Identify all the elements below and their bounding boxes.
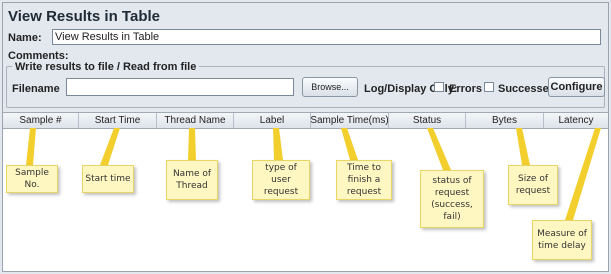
column-header-start-time[interactable]: Start Time (79, 113, 157, 128)
callout-start-time: Start time (82, 165, 134, 193)
name-field[interactable]: View Results in Table (52, 29, 601, 45)
errors-label: Errors (449, 83, 483, 95)
column-header-label[interactable]: Label (234, 113, 311, 128)
column-header-latency[interactable]: Latency (544, 113, 608, 128)
column-header-status[interactable]: Status (389, 113, 466, 128)
callout-sample-time: Time to finish a request (336, 160, 392, 200)
file-section-legend: Write results to file / Read from file (12, 61, 200, 73)
configure-button[interactable]: Configure (548, 77, 605, 97)
filename-label: Filename (12, 83, 60, 95)
filename-input[interactable] (66, 78, 294, 96)
browse-button[interactable]: Browse... (302, 77, 358, 97)
name-label: Name: (8, 32, 42, 44)
errors-checkbox[interactable] (434, 82, 444, 92)
callout-label: type of user request (252, 160, 310, 200)
column-header-thread-name[interactable]: Thread Name (157, 113, 234, 128)
callout-latency: Measure of time delay (532, 220, 592, 260)
callout-sample-number: Sample No. (6, 165, 58, 193)
column-header-sample-number[interactable]: Sample # (3, 113, 79, 128)
panel-title: View Results in Table (8, 8, 160, 25)
results-table-header: Sample # Start Time Thread Name Label Sa… (3, 112, 608, 129)
callout-bytes: Size of request (508, 165, 558, 205)
callout-status: status of request (success, fail) (420, 170, 484, 228)
successes-label: Successes (498, 83, 555, 95)
successes-checkbox[interactable] (484, 82, 494, 92)
column-header-bytes[interactable]: Bytes (466, 113, 544, 128)
callout-thread-name: Name of Thread (166, 160, 218, 200)
column-header-sample-time[interactable]: Sample Time(ms) (311, 113, 389, 128)
